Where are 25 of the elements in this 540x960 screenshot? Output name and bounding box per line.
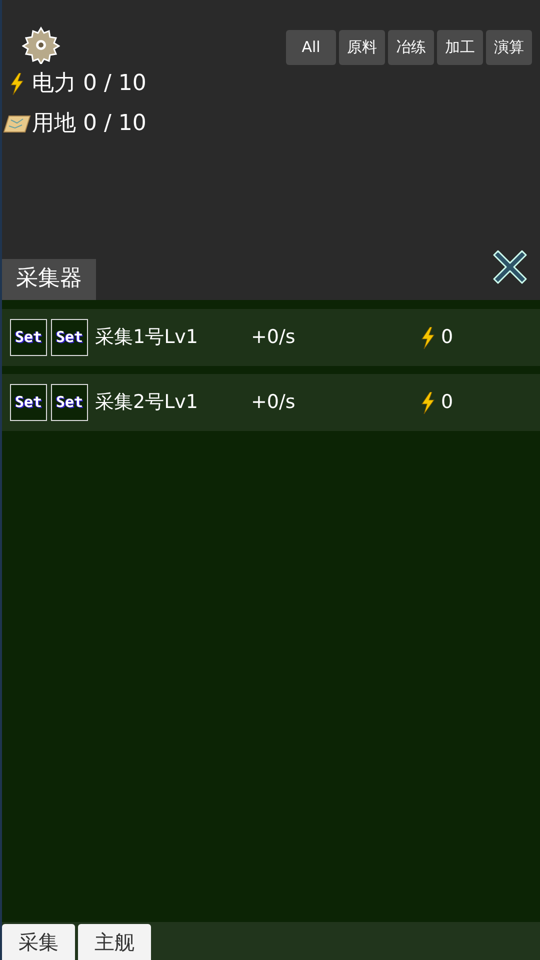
rate-text: +0/s <box>251 390 296 416</box>
filter-button[interactable]: 原料 <box>339 30 385 65</box>
stat-label: 电力 0 / 10 <box>32 70 146 98</box>
set-button[interactable]: Set <box>51 384 88 421</box>
lightning-icon <box>421 326 435 348</box>
map-icon <box>3 114 31 134</box>
bottom-tab[interactable]: 采集 <box>2 924 75 960</box>
power-value: 0 <box>441 390 454 416</box>
filter-button[interactable]: 冶练 <box>388 30 434 65</box>
panel-title: 采集器 <box>2 259 96 300</box>
set-button[interactable]: Set <box>10 319 47 356</box>
lightning-icon <box>10 73 24 95</box>
power-value: 0 <box>441 325 454 350</box>
settings-icon[interactable] <box>22 26 60 64</box>
rate-text: +0/s <box>251 325 296 350</box>
filter-button[interactable]: 加工 <box>437 30 483 65</box>
collector-name: 采集2号Lv1 <box>95 390 200 416</box>
bottom-tab[interactable]: 主舰 <box>78 924 151 960</box>
filter-button[interactable]: 演算 <box>486 30 532 65</box>
set-button[interactable]: Set <box>51 319 88 356</box>
collector-name: 采集1号Lv1 <box>95 325 200 350</box>
set-button[interactable]: Set <box>10 384 47 421</box>
stat-label: 用地 0 / 10 <box>32 110 146 138</box>
lightning-icon <box>421 392 435 414</box>
filter-button[interactable]: All <box>286 30 336 65</box>
